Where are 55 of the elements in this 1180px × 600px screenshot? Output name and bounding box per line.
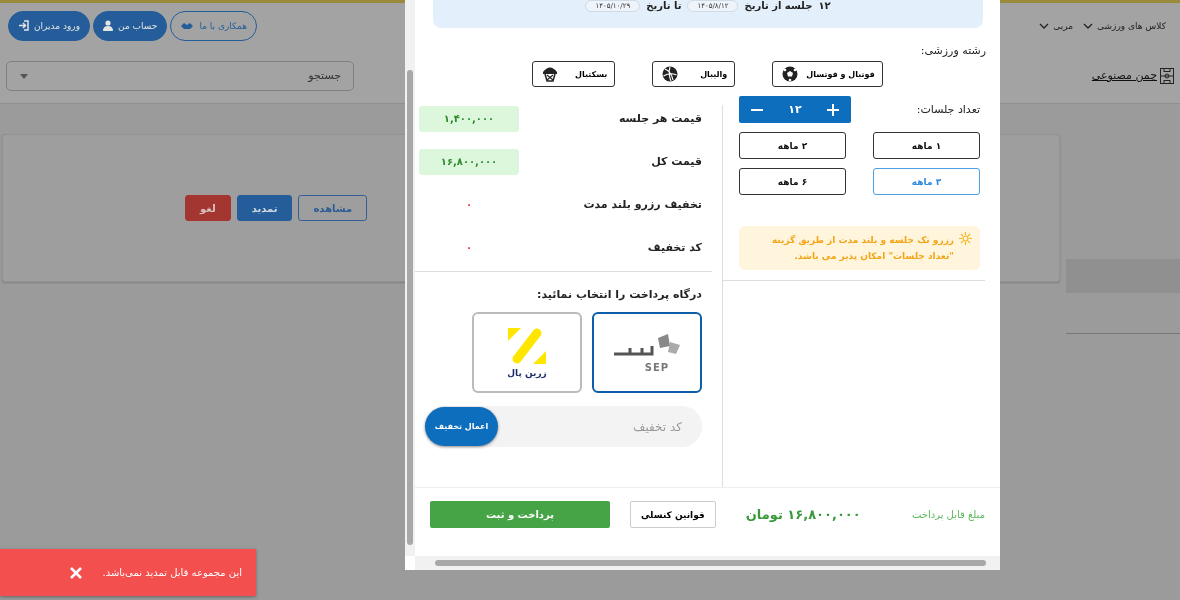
price-value: ۰ xyxy=(464,198,474,212)
sun-icon xyxy=(959,232,972,245)
price-label: کد تخفیف xyxy=(647,241,702,254)
apply-discount-button[interactable]: اعمال تخفیف xyxy=(425,407,498,446)
card-button[interactable]: تمدید xyxy=(236,195,293,221)
soccer-ball-icon xyxy=(782,66,799,82)
card-button[interactable]: لغو xyxy=(185,195,231,221)
period-option[interactable]: ۳ ماهه xyxy=(873,168,980,195)
cancellation-rules-button[interactable]: قوانین کنسلی xyxy=(629,501,716,528)
sport-option[interactable]: بسکتبال xyxy=(532,61,616,87)
section-label: تعداد جلسات: xyxy=(916,103,980,116)
field-icon xyxy=(1160,67,1174,84)
nav-menu-item[interactable]: مربی xyxy=(1039,20,1073,31)
close-icon[interactable] xyxy=(70,566,83,579)
period-option[interactable]: ۲ ماهه xyxy=(739,132,846,159)
section-label: رشته ورزشی: xyxy=(919,43,987,57)
stepper-value: ۱۲ xyxy=(788,103,802,116)
price-label: قیمت کل xyxy=(651,155,702,168)
user-icon xyxy=(103,20,114,31)
header-button[interactable]: حساب من xyxy=(93,10,168,41)
logo-text: زرین پال xyxy=(507,368,547,378)
section-label: درگاه پرداخت را انتخاب نمائید: xyxy=(536,287,703,301)
scrollbar-thumb[interactable] xyxy=(435,560,986,566)
gateway-logo-icon xyxy=(507,327,547,365)
sport-option[interactable]: والیبال xyxy=(652,61,736,87)
basketball-hoop-icon xyxy=(542,66,559,82)
session-count: ۱۲ xyxy=(818,0,831,11)
session-stepper[interactable]: ۱۲ xyxy=(739,96,851,123)
login-icon xyxy=(18,20,29,31)
price-value: ۱,۴۰۰,۰۰۰ xyxy=(419,105,519,132)
minus-icon[interactable] xyxy=(751,108,764,111)
category-link[interactable]: چمن مصنوعی xyxy=(1091,69,1157,82)
sport-option[interactable]: فوتبال و فوتسال xyxy=(772,61,883,87)
logo-text: SEP xyxy=(644,362,670,373)
payable-label: مبلغ قابل پرداخت xyxy=(910,509,985,520)
price-label: تخفیف رزرو بلند مدت xyxy=(583,198,702,211)
period-option[interactable]: ۱ ماهه xyxy=(873,132,980,159)
toast-message: این مجموعه قابل تمدید نمی‌باشد. xyxy=(102,567,242,578)
payment-gateway-option[interactable]: زرین پال xyxy=(472,312,582,393)
price-value: ۱۶,۸۰۰,۰۰۰ xyxy=(419,148,519,175)
scrollbar-thumb[interactable] xyxy=(407,70,413,545)
price-value: ۰ xyxy=(464,241,474,255)
nav-menu-item[interactable]: کلاس های ورزشی xyxy=(1083,20,1166,31)
payment-gateway-option[interactable]: SEP xyxy=(592,312,702,393)
header-button[interactable]: ورود مدیران xyxy=(8,10,91,41)
plus-icon[interactable] xyxy=(826,103,839,116)
notice-text: رزرو تک جلسه و بلند مدت از طریق گزینه "تعداد جلسات" امکان پذیر می باشد. xyxy=(770,234,954,264)
volleyball-icon xyxy=(662,66,679,82)
summary-text: تا تاریخ xyxy=(646,0,682,11)
summary-text: جلسه از تاریخ xyxy=(744,0,813,11)
dropdown-caret-icon xyxy=(20,73,28,79)
period-option[interactable]: ۶ ماهه xyxy=(739,168,846,195)
payable-amount: ۱۶,۸۰۰,۰۰۰ تومان xyxy=(745,507,861,522)
price-label: قیمت هر جلسه xyxy=(618,112,702,125)
search-select[interactable]: جستجو xyxy=(6,60,354,91)
